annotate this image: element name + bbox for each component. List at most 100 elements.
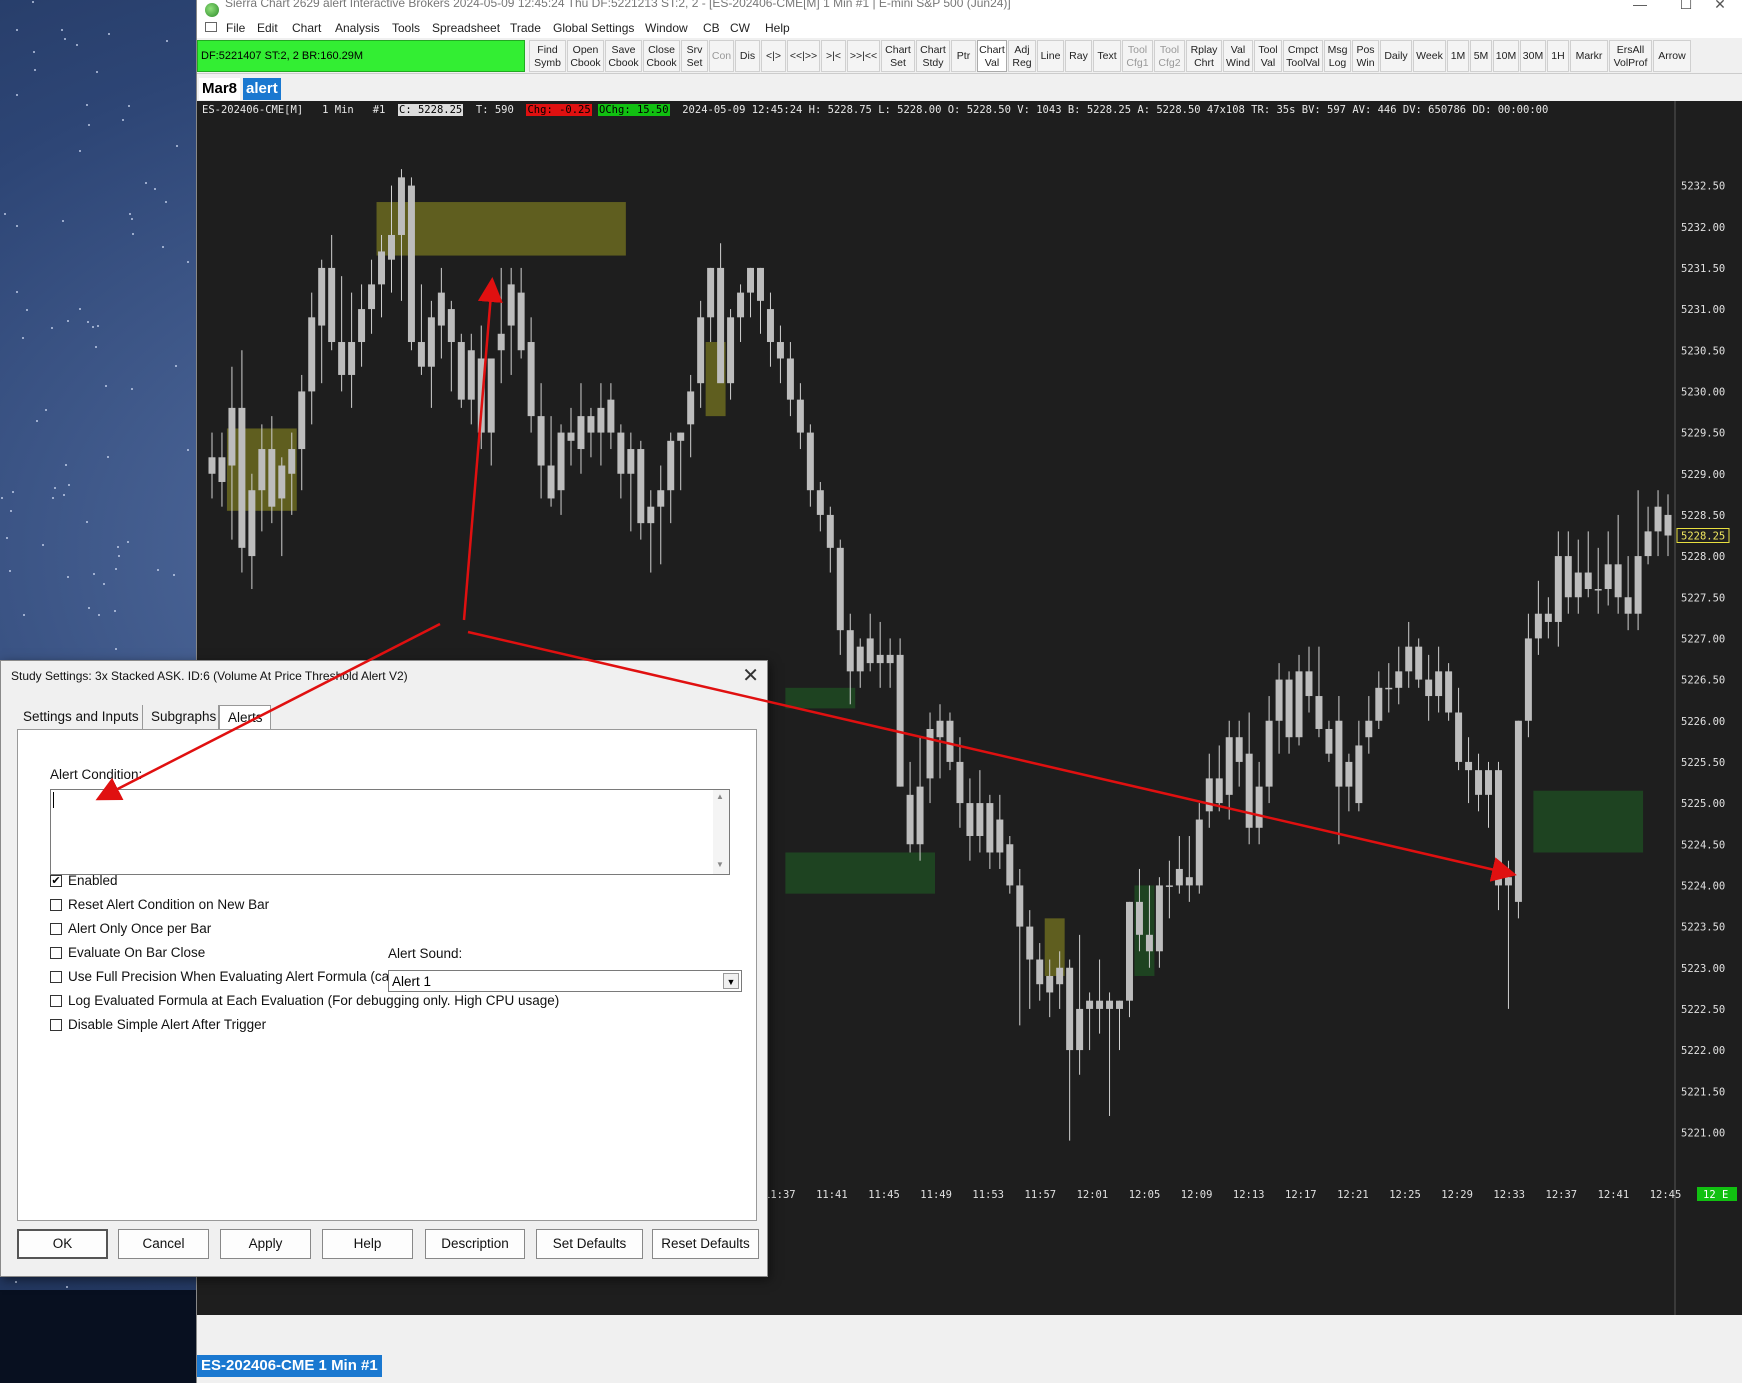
checkbox-row[interactable]: Reset Alert Condition on New Bar — [50, 896, 610, 914]
menu-spreadsheet[interactable]: Spreadsheet — [432, 21, 500, 35]
toolbar-button-chart-set[interactable]: Chart Set — [881, 40, 915, 72]
toolbar-button-text[interactable]: Text — [1093, 40, 1121, 72]
toolbar-button-5m[interactable]: 5M — [1470, 40, 1492, 72]
checkbox-row[interactable]: Alert Only Once per Bar — [50, 920, 610, 938]
volume-zone — [785, 852, 936, 894]
tab-subgraphs[interactable]: Subgraphs — [143, 705, 219, 729]
checkbox-row[interactable]: Disable Simple Alert After Trigger — [50, 1016, 610, 1034]
menu-cb[interactable]: CB — [703, 21, 720, 35]
toolbar-button-find-symb[interactable]: Find Symb — [529, 40, 566, 72]
menu-file[interactable]: File — [226, 21, 245, 35]
dialog-close-button[interactable]: ✕ — [742, 663, 759, 688]
toolbar-button-markr[interactable]: Markr — [1570, 40, 1608, 72]
set-defaults-button[interactable]: Set Defaults — [536, 1229, 643, 1259]
scroll-down-icon[interactable]: ▼ — [716, 860, 724, 869]
menu-edit[interactable]: Edit — [257, 21, 278, 35]
toolbar-button-chart-val[interactable]: Chart Val — [977, 40, 1007, 72]
menu-global-settings[interactable]: Global Settings — [553, 21, 634, 35]
candle-body — [607, 399, 615, 433]
menu-analysis[interactable]: Analysis — [335, 21, 380, 35]
toolbar-button-rplay-chrt[interactable]: Rplay Chrt — [1186, 40, 1222, 72]
candle-body — [667, 440, 675, 491]
toolbar-button-open-cbook[interactable]: Open Cbook — [567, 40, 604, 72]
toolbar-button-[interactable]: <<|>> — [787, 40, 820, 72]
menu-help[interactable]: Help — [765, 21, 790, 35]
toolbar-button-save-cbook[interactable]: Save Cbook — [605, 40, 642, 72]
description-button[interactable]: Description — [425, 1229, 525, 1259]
toolbar-button-[interactable]: <|> — [761, 40, 786, 72]
toolbar-button-10m[interactable]: 10M — [1493, 40, 1519, 72]
chevron-down-icon[interactable]: ▼ — [723, 973, 739, 989]
star — [16, 225, 18, 227]
toolbar-button-cmpct-toolval[interactable]: Cmpct ToolVal — [1283, 40, 1323, 72]
checkbox-label: Alert Only Once per Bar — [68, 921, 212, 936]
alert-condition-textarea[interactable]: ▲ ▼ — [50, 789, 730, 875]
menu-cw[interactable]: CW — [730, 21, 750, 35]
scroll-up-icon[interactable]: ▲ — [716, 792, 724, 801]
document-menu-icon[interactable] — [205, 22, 217, 32]
ok-button[interactable]: OK — [17, 1229, 108, 1259]
toolbar-button-tool-val[interactable]: Tool Val — [1254, 40, 1282, 72]
toolbar-button-[interactable]: >|< — [821, 40, 846, 72]
toolbar-button-arrow[interactable]: Arrow — [1653, 40, 1691, 72]
toolbar-button-tool-cfg1[interactable]: Tool Cfg1 — [1122, 40, 1153, 72]
toolbar-button-daily[interactable]: Daily — [1380, 40, 1412, 72]
checkbox-unchecked[interactable] — [50, 947, 62, 959]
checkbox-unchecked[interactable] — [50, 995, 62, 1007]
price-axis-label: 5230.00 — [1681, 386, 1725, 398]
checkbox-unchecked[interactable] — [50, 899, 62, 911]
checkbox-unchecked[interactable] — [50, 971, 62, 983]
menu-window[interactable]: Window — [645, 21, 688, 35]
help-button[interactable]: Help — [322, 1229, 413, 1259]
textarea-scrollbar[interactable]: ▲ ▼ — [713, 790, 729, 874]
toolbar-button-30m[interactable]: 30M — [1520, 40, 1546, 72]
checkbox-checked[interactable]: ✔ — [50, 875, 62, 887]
toolbar-button-adj-reg[interactable]: Adj Reg — [1008, 40, 1036, 72]
toolbar-button-week[interactable]: Week — [1413, 40, 1446, 72]
menu-chart[interactable]: Chart — [292, 21, 321, 35]
toolbar-button-ersall-volprof[interactable]: ErsAll VolProf — [1609, 40, 1652, 72]
toolbar-button-1h[interactable]: 1H — [1547, 40, 1569, 72]
menu-tools[interactable]: Tools — [392, 21, 420, 35]
toolbar-button-line[interactable]: Line — [1037, 40, 1064, 72]
checkbox-row[interactable]: Log Evaluated Formula at Each Evaluation… — [50, 992, 610, 1010]
chart-tab-alert[interactable]: alert — [243, 78, 281, 100]
toolbar-button-val-wind[interactable]: Val Wind — [1223, 40, 1253, 72]
toolbar-button-[interactable]: >>|<< — [847, 40, 880, 72]
checkbox-row[interactable]: Evaluate On Bar Close — [50, 944, 610, 962]
reset-defaults-button[interactable]: Reset Defaults — [652, 1229, 759, 1259]
close-window-button[interactable]: ✕ — [1697, 0, 1742, 13]
apply-button[interactable]: Apply — [220, 1229, 311, 1259]
toolbar-button-con[interactable]: Con — [709, 40, 734, 72]
toolbar-button-1m[interactable]: 1M — [1447, 40, 1469, 72]
star — [62, 220, 64, 222]
candle-body — [1056, 967, 1064, 985]
minimize-button[interactable]: — — [1617, 0, 1663, 12]
chart-tab-mar8[interactable]: Mar8 — [199, 78, 241, 100]
toolbar-button-tool-cfg2[interactable]: Tool Cfg2 — [1154, 40, 1185, 72]
checkbox-unchecked[interactable] — [50, 923, 62, 935]
checkbox-label: Log Evaluated Formula at Each Evaluation… — [68, 993, 560, 1008]
toolbar-button-msg-log[interactable]: Msg Log — [1324, 40, 1351, 72]
toolbar-button-dis[interactable]: Dis — [735, 40, 760, 72]
desktop-ground — [0, 1290, 200, 1383]
toolbar-button-close-cbook[interactable]: Close Cbook — [643, 40, 680, 72]
cancel-button[interactable]: Cancel — [118, 1229, 209, 1259]
toolbar-button-chart-stdy[interactable]: Chart Stdy — [916, 40, 950, 72]
candle-body — [786, 358, 794, 400]
menu-trade[interactable]: Trade — [510, 21, 541, 35]
info-details: 2024-05-09 12:45:24 H: 5228.75 L: 5228.0… — [682, 104, 1549, 116]
tab-alerts[interactable]: Alerts — [219, 705, 271, 729]
candle-body — [1335, 720, 1343, 787]
toolbar-button-ray[interactable]: Ray — [1065, 40, 1092, 72]
checkbox-unchecked[interactable] — [50, 1019, 62, 1031]
toolbar-button-ptr[interactable]: Ptr — [951, 40, 976, 72]
star — [4, 213, 6, 215]
alert-sound-select[interactable]: Alert 1 ▼ — [388, 970, 742, 992]
toolbar-button-pos-win[interactable]: Pos Win — [1352, 40, 1379, 72]
chart-bottom-tab[interactable]: ES-202406-CME 1 Min #1 — [197, 1355, 382, 1377]
candle-body — [856, 646, 864, 672]
toolbar-button-srv-set[interactable]: Srv Set — [681, 40, 708, 72]
tab-settings-and-inputs[interactable]: Settings and Inputs — [15, 705, 143, 729]
checkbox-row[interactable]: ✔ Enabled — [50, 872, 610, 890]
